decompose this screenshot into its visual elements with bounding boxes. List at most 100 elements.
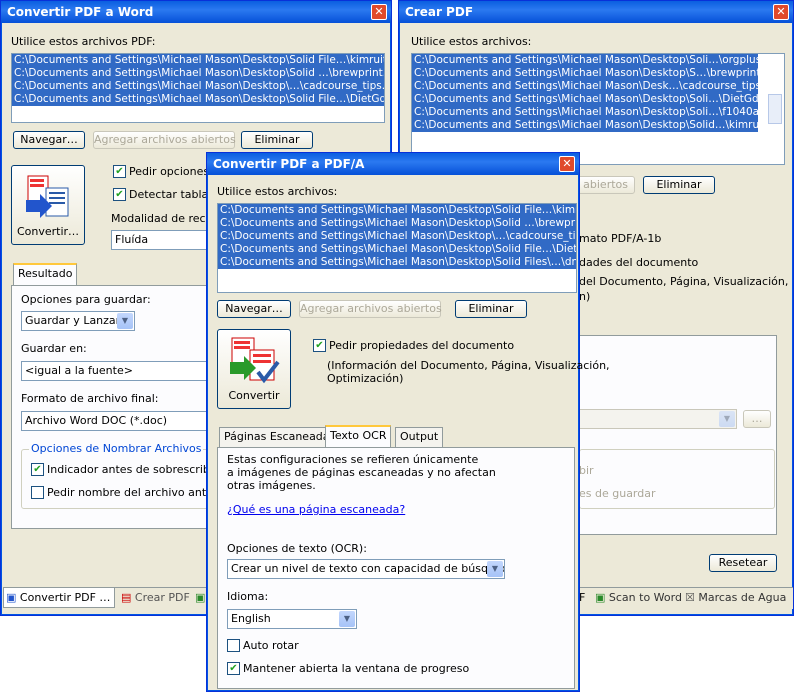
close-icon[interactable]: ✕ [773, 4, 789, 20]
bottom-tabs: ▣ Convertir PDF … ▤ Crear PDF ▣ [3, 587, 209, 609]
list-scrollbar[interactable] [768, 94, 782, 124]
list-item[interactable]: C:\Documents and Settings\Michael Mason\… [218, 256, 576, 269]
bottom-tabs: F ▣ Scan to Word ☒ Marcas de Agua [577, 587, 793, 609]
list-item[interactable]: C:\Documents and Settings\Michael Mason\… [12, 54, 384, 67]
dim-option-1: bir [579, 464, 594, 477]
list-item[interactable]: C:\Documents and Settings\Michael Mason\… [218, 204, 576, 217]
remove-button[interactable]: Eliminar [643, 176, 715, 194]
title-bar[interactable]: Crear PDF ✕ [399, 1, 793, 23]
tab-scan-to-word[interactable]: ▣ Scan to Word [593, 588, 682, 608]
desc-line-2: a imágenes de páginas escaneadas y no af… [227, 466, 496, 479]
ocr-options-label: Opciones de texto (OCR): [227, 542, 367, 555]
chevron-down-icon[interactable]: ▼ [339, 611, 355, 627]
list-item[interactable]: C:\Documents and Settings\Michael Mason\… [218, 243, 576, 256]
chevron-down-icon[interactable]: ▼ [117, 313, 133, 329]
scanned-page-help-link[interactable]: ¿Qué es una página escaneada? [227, 503, 405, 516]
list-item[interactable]: C:\Documents and Settings\Michael Mason\… [218, 230, 576, 243]
remove-button[interactable]: Eliminar [455, 300, 527, 318]
add-open-files-button[interactable]: abiertos [573, 176, 635, 194]
convert-button[interactable]: Convertir [217, 329, 291, 409]
list-item[interactable]: C:\Documents and Settings\Michael Mason\… [412, 119, 784, 132]
remove-button[interactable]: Eliminar [241, 131, 313, 149]
tab-ocr-text[interactable]: Texto OCR [325, 425, 392, 447]
list-item[interactable]: C:\Documents and Settings\Michael Mason\… [12, 93, 384, 106]
file-list[interactable]: C:\Documents and Settings\Michael Mason\… [411, 53, 785, 165]
title-bar[interactable]: Convertir PDF a Word ✕ [1, 1, 391, 23]
window-title: Convertir PDF a Word [7, 5, 154, 19]
keep-progress-checkbox[interactable]: ✔ [227, 662, 240, 675]
title-bar[interactable]: Convertir PDF a PDF/A ✕ [207, 153, 579, 175]
ask-options-label: Pedir opciones [129, 165, 210, 178]
browse-button[interactable]: Navegar… [217, 300, 291, 318]
list-item[interactable]: C:\Documents and Settings\Michael Mason\… [412, 67, 781, 80]
props-desc-line-1: (Información del Documento, Página, Visu… [327, 359, 610, 372]
language-label: Idioma: [227, 590, 269, 603]
pdf-icon: ▤ [121, 591, 132, 604]
browse-button[interactable]: Navegar… [13, 131, 85, 149]
naming-group-title: Opciones de Nombrar Archivos [29, 442, 204, 455]
list-item[interactable]: C:\Documents and Settings\Michael Mason\… [12, 80, 384, 93]
word-icon: ▣ [6, 591, 17, 604]
save-options-label: Opciones para guardar: [21, 293, 151, 306]
keep-progress-label: Mantener abierta la ventana de progreso [243, 662, 470, 675]
list-item[interactable]: C:\Documents and Settings\Michael Mason\… [12, 67, 384, 80]
format-label: Formato de archivo final: [21, 392, 159, 405]
options-group [579, 449, 775, 509]
tab-next-icon[interactable]: ▣ [193, 588, 205, 608]
language-select[interactable]: English ▼ [227, 609, 357, 629]
detect-tables-checkbox[interactable]: ✔ [113, 188, 126, 201]
desc-line-1: Estas configuraciones se refieren únicam… [227, 453, 479, 466]
window-title: Convertir PDF a PDF/A [213, 157, 365, 171]
auto-rotate-checkbox[interactable] [227, 639, 240, 652]
overwrite-prompt-label: Indicador antes de sobrescribir [47, 463, 218, 476]
detect-tables-label: Detectar tablas [129, 188, 215, 201]
scan-icon: ▣ [595, 591, 606, 604]
list-item[interactable]: C:\Documents and Settings\Michael Mason\… [218, 217, 576, 230]
list-item[interactable]: C:\Documents and Settings\Michael Mason\… [412, 80, 781, 93]
ask-options-checkbox[interactable]: ✔ [113, 165, 126, 178]
close-icon[interactable]: ✕ [371, 4, 387, 20]
close-icon[interactable]: ✕ [559, 156, 575, 172]
tab-output[interactable]: Output [395, 427, 444, 447]
desc-line-3: otras imágenes. [227, 479, 316, 492]
list-item[interactable]: C:\Documents and Settings\Michael Mason\… [412, 93, 779, 106]
add-open-files-button[interactable]: Agregar archivos abiertos [299, 300, 442, 318]
convert-label: Convertir… [16, 225, 80, 238]
file-list[interactable]: C:\Documents and Settings\Michael Mason\… [11, 53, 385, 123]
convert-label: Convertir [228, 389, 280, 402]
format-select[interactable]: Archivo Word DOC (*.doc) [21, 411, 211, 431]
window-title: Crear PDF [405, 5, 474, 19]
ask-props-label: Pedir propiedades del documento [329, 339, 515, 352]
pdfa-text: mato PDF/A-1b [579, 232, 662, 245]
list-item[interactable]: C:\Documents and Settings\Michael Mason\… [412, 54, 782, 67]
reset-button[interactable]: Resetear [709, 554, 777, 572]
ocr-options-select[interactable]: Crear un nivel de texto con capacidad de… [227, 559, 505, 579]
disabled-select[interactable]: ▼ [579, 409, 737, 429]
save-in-label: Guardar en: [21, 342, 87, 355]
save-in-field[interactable]: <igual a la fuente> [21, 361, 211, 381]
tab-create-pdf[interactable]: ▤ Crear PDF [119, 588, 190, 608]
save-options-select[interactable]: Guardar y Lanzar ▼ [21, 311, 135, 331]
tab-watermark[interactable]: ☒ Marcas de Agua [683, 588, 786, 608]
list-item[interactable]: C:\Documents and Settings\Michael Mason\… [412, 106, 779, 119]
tab-scanned-pages[interactable]: Páginas Escaneadas [219, 427, 341, 447]
doc-props-desc-end: n) [579, 290, 591, 303]
overwrite-prompt-checkbox[interactable]: ✔ [31, 463, 44, 476]
convert-button[interactable]: Convertir… [11, 165, 85, 245]
ask-props-checkbox[interactable]: ✔ [313, 339, 326, 352]
files-label: Utilice estos archivos PDF: [11, 35, 156, 48]
ellipsis-button[interactable]: … [743, 410, 771, 428]
chevron-down-icon[interactable]: ▼ [719, 411, 735, 427]
mode-select[interactable]: Fluída [111, 230, 211, 250]
dim-option-2: es de guardar [579, 487, 656, 500]
chevron-down-icon[interactable]: ▼ [487, 561, 503, 577]
props-desc-line-2: Optimización) [327, 372, 404, 385]
window-pdf-to-pdfa: Convertir PDF a PDF/A ✕ Utilice estos ar… [206, 152, 610, 692]
file-list[interactable]: C:\Documents and Settings\Michael Mason\… [217, 203, 577, 293]
tab-result[interactable]: Resultado [13, 263, 78, 285]
ask-filename-checkbox[interactable] [31, 486, 44, 499]
auto-rotate-label: Auto rotar [243, 639, 299, 652]
add-open-files-button[interactable]: Agregar archivos abiertos [93, 131, 236, 149]
tab-convert-pdf[interactable]: ▣ Convertir PDF … [3, 588, 115, 608]
files-label: Utilice estos archivos: [217, 185, 338, 198]
